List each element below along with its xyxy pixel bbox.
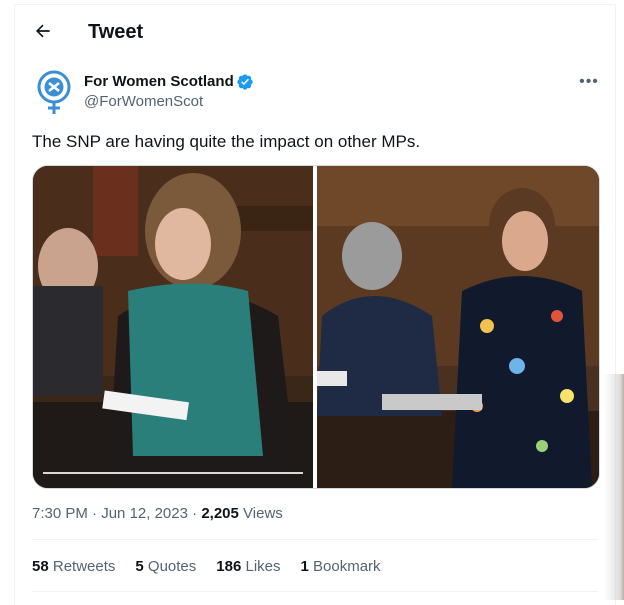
bookmarks-stat[interactable]: 1 Bookmark: [301, 558, 381, 575]
author-name[interactable]: For Women Scotland: [84, 73, 234, 90]
tweet-media[interactable]: [32, 165, 600, 489]
retweets-count: 58: [32, 558, 49, 575]
meta-separator: ·: [92, 505, 102, 522]
divider: [32, 591, 598, 592]
bookmarks-count: 1: [300, 558, 309, 575]
top-bar: Tweet: [15, 5, 615, 57]
window-edge-shadow: [604, 374, 624, 600]
quotes-label: Quotes: [147, 558, 197, 575]
media-photo-2[interactable]: [317, 166, 599, 488]
likes-stat[interactable]: 186 Likes: [216, 558, 280, 575]
quotes-count: 5: [135, 558, 144, 575]
photo-2-illustration: [317, 166, 599, 488]
avatar-logo: [37, 70, 71, 114]
tweet-text: The SNP are having quite the impact on o…: [32, 132, 421, 151]
views-label: Views: [243, 505, 283, 522]
tweet-meta: 7:30 PM · Jun 12, 2023 · 2,205 Views: [32, 505, 283, 522]
tweet-date[interactable]: Jun 12, 2023: [101, 505, 188, 522]
divider: [32, 539, 598, 540]
quotes-stat[interactable]: 5 Quotes: [135, 558, 196, 575]
engagement-stats: 58 Retweets 5 Quotes 186 Likes 1 Bookmar…: [32, 558, 381, 575]
more-options-button[interactable]: •••: [574, 67, 604, 97]
media-photo-1[interactable]: [33, 166, 313, 488]
retweets-label: Retweets: [52, 558, 116, 575]
avatar[interactable]: [37, 70, 71, 116]
author-handle[interactable]: @ForWomenScot: [84, 93, 203, 110]
likes-label: Likes: [245, 558, 281, 575]
more-options-icon: •••: [579, 73, 599, 90]
photo-1-illustration: [33, 166, 313, 488]
tweet-time[interactable]: 7:30 PM: [32, 505, 88, 522]
tweet-detail-panel: Tweet For Women Scotland @ForWomenScot •…: [14, 4, 616, 605]
meta-separator: ·: [192, 505, 202, 522]
back-arrow-icon: [35, 24, 50, 38]
views-count: 2,205: [201, 505, 239, 522]
page-title: Tweet: [88, 21, 144, 43]
bookmarks-label: Bookmark: [313, 558, 381, 575]
back-button[interactable]: [25, 13, 61, 49]
verified-badge-icon: [237, 74, 253, 90]
likes-count: 186: [216, 558, 242, 575]
retweets-stat[interactable]: 58 Retweets: [32, 558, 115, 575]
